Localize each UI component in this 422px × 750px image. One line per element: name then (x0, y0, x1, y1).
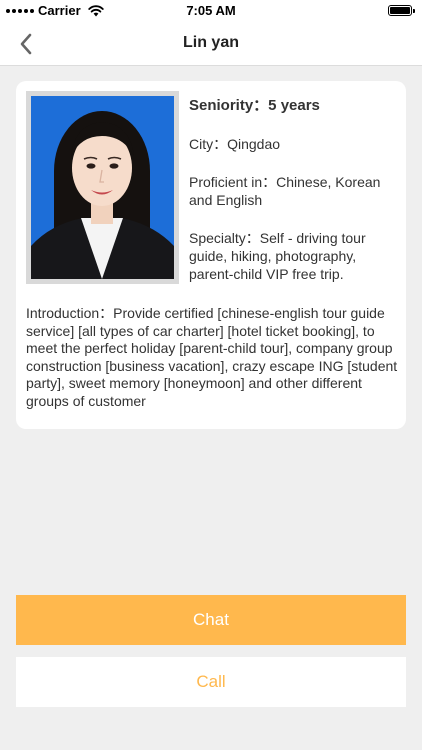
page-title: Lin yan (182, 34, 239, 51)
status-bar: Carrier 7:05 AM (0, 0, 422, 22)
city-text: City：Qingdao (189, 136, 281, 152)
profile-info: Seniority：5 years City：Qingdao Proficien… (189, 97, 394, 303)
battery-icon (388, 5, 415, 16)
navigation-bar: Lin yan (0, 22, 422, 66)
chat-button[interactable]: Chat (16, 595, 406, 645)
profile-photo-frame (26, 91, 179, 284)
guide-profile-card: Seniority：5 years City：Qingdao Proficien… (16, 81, 406, 429)
specialty-text: Specialty：Self - driving tour guide, hik… (189, 230, 366, 282)
profile-photo (31, 96, 174, 279)
introduction-text: Introduction：Provide certified [chinese-… (26, 305, 398, 409)
proficient-languages-text: Proficient in：Chinese, Korean and Englis… (189, 174, 381, 208)
seniority-text: Seniority：5 years (189, 97, 320, 114)
status-time: 7:05 AM (186, 3, 236, 18)
call-button[interactable]: Call (16, 657, 406, 707)
